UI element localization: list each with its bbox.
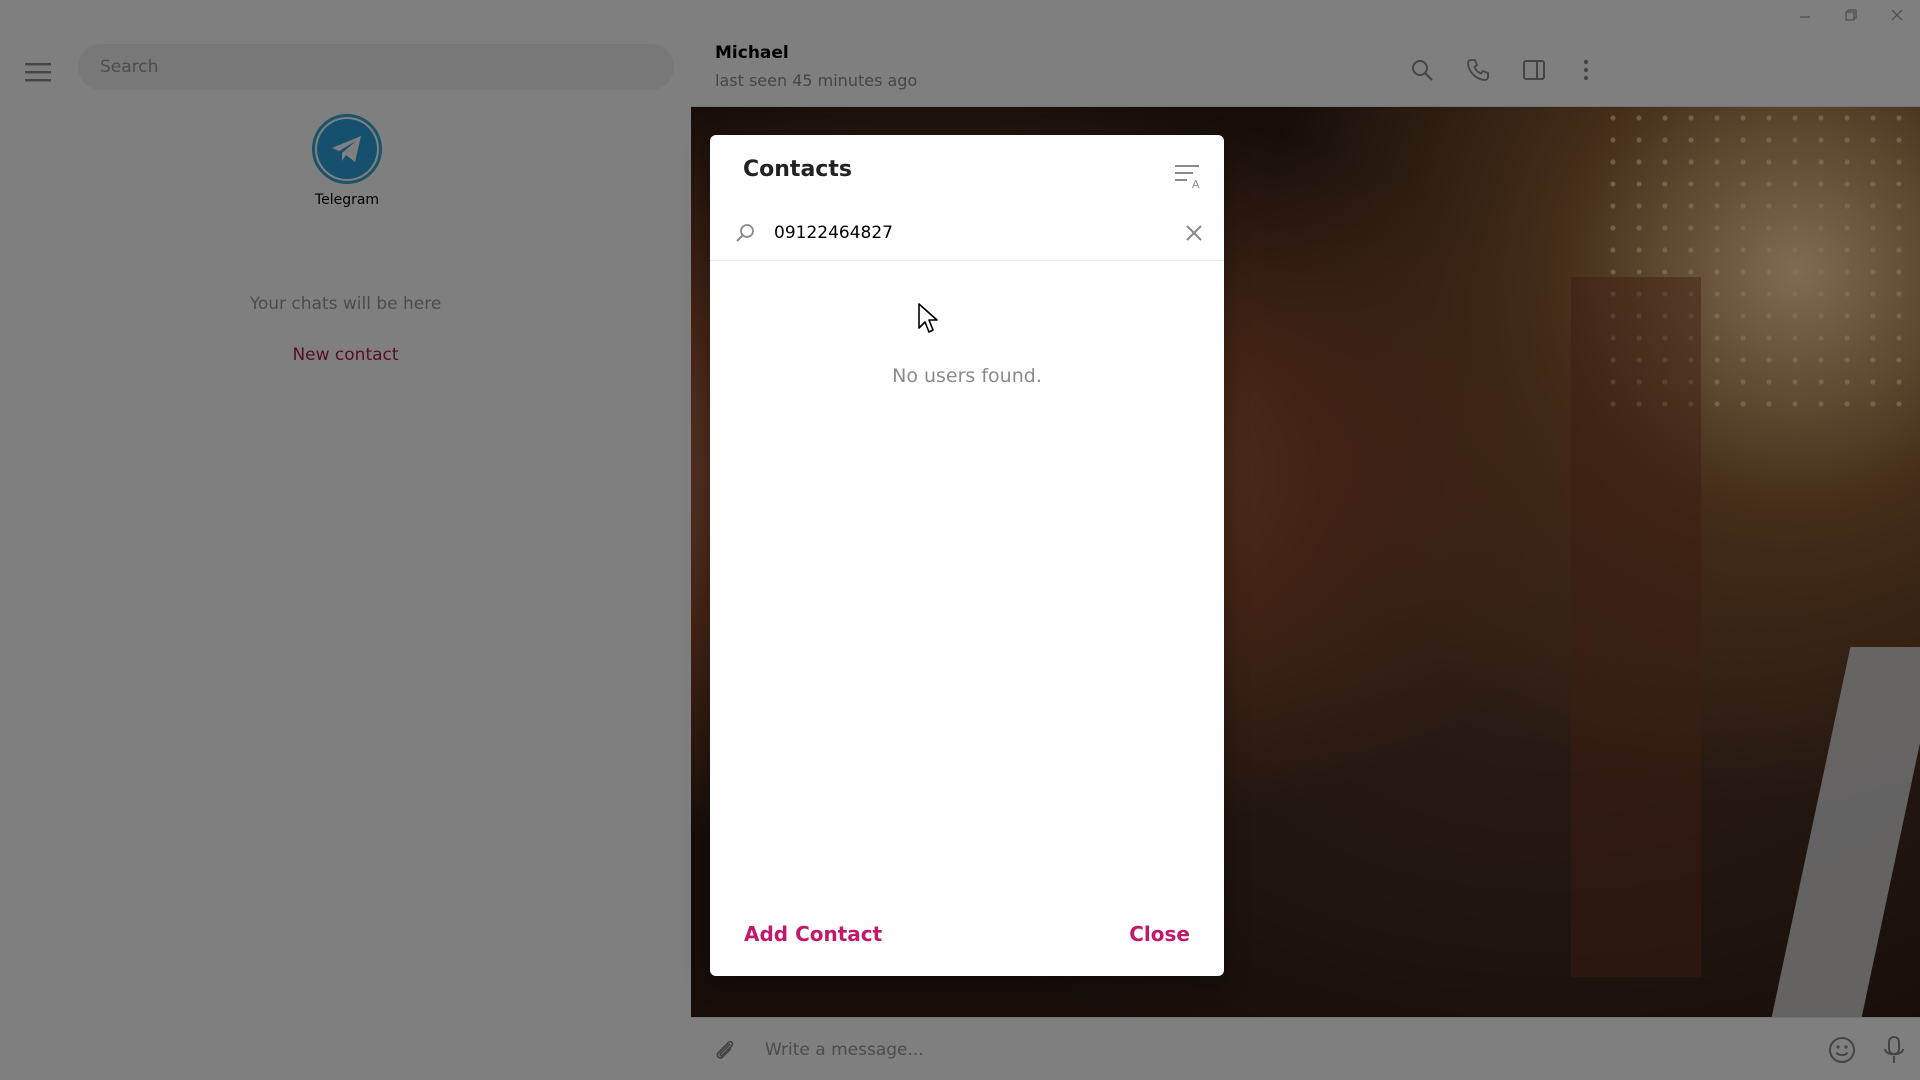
mouse-pointer-icon: [918, 303, 938, 333]
contacts-search-input[interactable]: [774, 217, 1154, 249]
sort-alpha-icon: A: [1175, 165, 1200, 189]
contacts-dialog: Contacts A No users found. Add Contact C…: [710, 135, 1224, 976]
sort-contacts-button[interactable]: A: [1168, 155, 1208, 195]
search-icon-wrap: [734, 221, 758, 245]
contacts-search-bar: [710, 205, 1224, 261]
close-dialog-button[interactable]: Close: [1129, 922, 1190, 946]
search-icon: [736, 224, 754, 242]
add-contact-button[interactable]: Add Contact: [744, 922, 882, 946]
clear-icon: [1186, 225, 1202, 241]
svg-text:A: A: [1192, 178, 1200, 189]
no-users-message: No users found.: [892, 365, 1042, 387]
clear-search-button[interactable]: [1178, 217, 1210, 249]
dialog-title: Contacts: [743, 157, 852, 182]
